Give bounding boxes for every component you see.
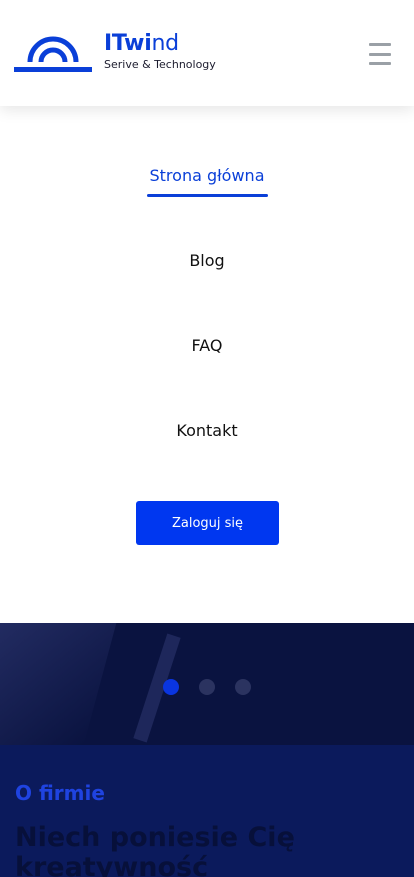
carousel-dot-1[interactable] — [163, 679, 179, 695]
logo-arch-icon — [14, 36, 92, 72]
logo[interactable]: ITwind Serive & Technology — [14, 30, 234, 78]
hamburger-icon[interactable] — [369, 43, 395, 65]
nav-item-faq[interactable]: FAQ — [0, 336, 414, 355]
about-section: O firmie Niech poniesie Cię kreatywność — [0, 745, 414, 877]
nav-active-underline — [147, 194, 268, 197]
nav-item-blog[interactable]: Blog — [0, 251, 414, 270]
nav-item-contact[interactable]: Kontakt — [0, 421, 414, 440]
hero-carousel — [0, 623, 414, 745]
site-header: ITwind Serive & Technology — [0, 0, 414, 106]
carousel-dots — [0, 679, 414, 695]
login-button[interactable]: Zaloguj się — [136, 501, 279, 545]
hamburger-line — [369, 43, 391, 46]
logo-wordmark: ITwind — [104, 31, 179, 56]
hamburger-line — [369, 52, 391, 56]
logo-subtitle: Serive & Technology — [104, 58, 216, 71]
about-label: O firmie — [15, 781, 105, 805]
logo-text: ITwind Serive & Technology — [104, 30, 216, 71]
about-title: Niech poniesie Cię kreatywność — [15, 822, 295, 877]
carousel-dot-3[interactable] — [235, 679, 251, 695]
carousel-dot-2[interactable] — [199, 679, 215, 695]
mobile-nav-menu: Strona główna Blog FAQ Kontakt Zaloguj s… — [0, 106, 414, 623]
nav-item-home[interactable]: Strona główna — [0, 166, 414, 185]
hamburger-line — [369, 62, 391, 65]
